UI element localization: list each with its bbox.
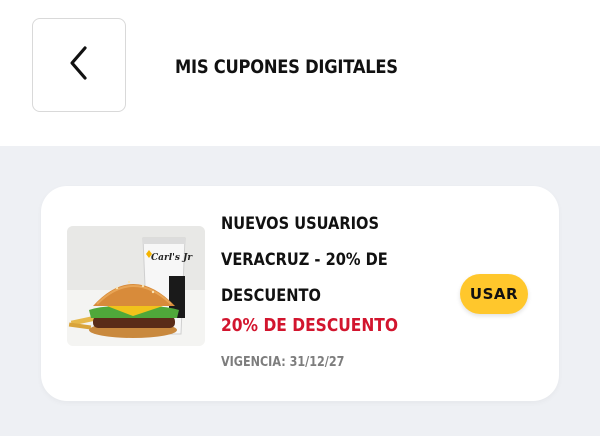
coupon-title-line: NUEVOS USUARIOS xyxy=(221,214,379,234)
svg-text:Carl's Jr: Carl's Jr xyxy=(151,253,193,263)
coupon-card[interactable]: Carl's Jr NUEVOS USUARIOS VERACRUZ - 20%… xyxy=(41,186,559,401)
coupon-title-line: VERACRUZ - 20% DE xyxy=(221,250,388,270)
coupon-list: Carl's Jr NUEVOS USUARIOS VERACRUZ - 20%… xyxy=(0,146,600,436)
back-button[interactable] xyxy=(32,18,126,112)
coupon-image: Carl's Jr xyxy=(67,226,205,346)
coupon-discount: 20% DE DESCUENTO xyxy=(221,315,399,336)
chevron-left-icon xyxy=(68,45,90,86)
coupon-validity: VIGENCIA: 31/12/27 xyxy=(221,355,345,370)
coupon-title: NUEVOS USUARIOS VERACRUZ - 20% DE DESCUE… xyxy=(221,206,421,314)
use-coupon-button[interactable]: USAR xyxy=(460,274,528,314)
header: MIS CUPONES DIGITALES xyxy=(0,0,600,146)
page-title: MIS CUPONES DIGITALES xyxy=(175,56,398,78)
